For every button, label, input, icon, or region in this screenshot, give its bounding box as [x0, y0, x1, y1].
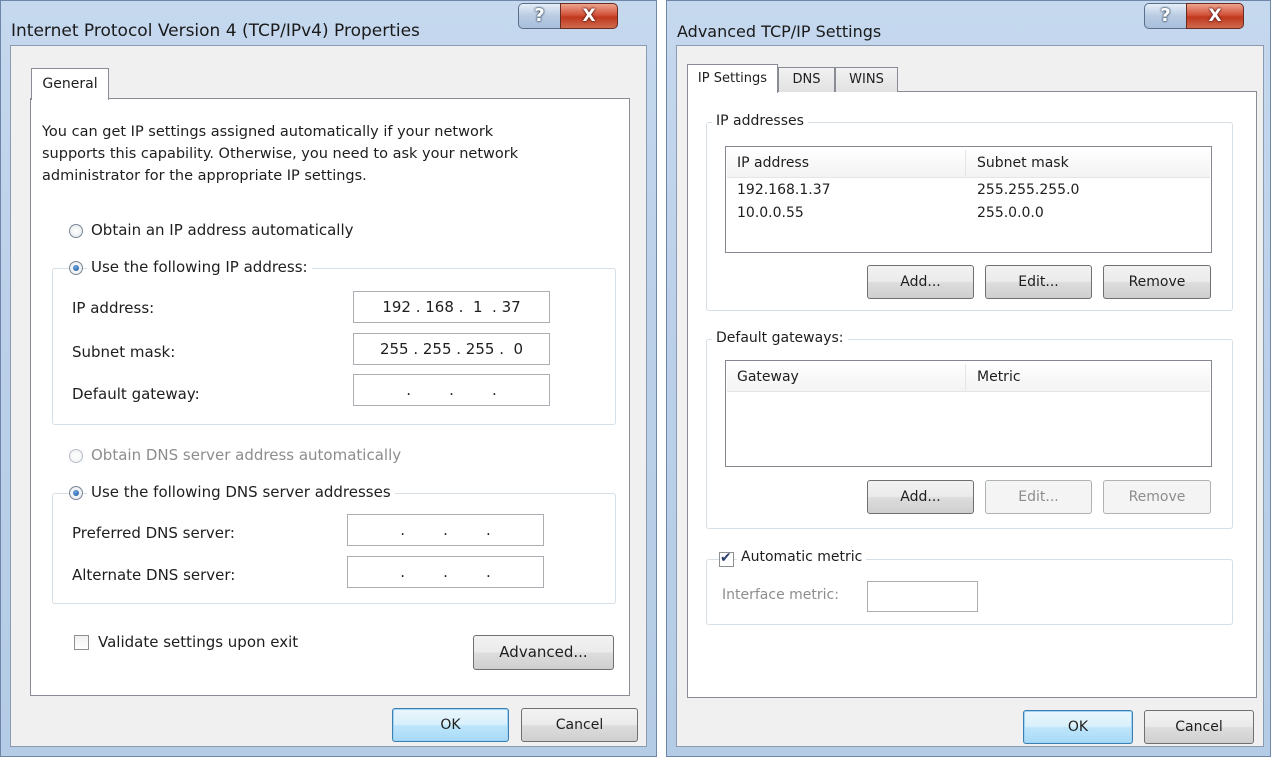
title-bar: Internet Protocol Version 4 (TCP/IPv4) P…	[1, 1, 656, 45]
validate-label[interactable]: Validate settings upon exit	[98, 633, 298, 651]
ip-address-input[interactable]: 192 . 168 . 1 . 37	[353, 291, 550, 323]
description-line: supports this capability. Otherwise, you…	[42, 146, 519, 162]
close-button[interactable]: X	[1186, 3, 1244, 29]
help-button[interactable]: ?	[518, 3, 560, 29]
use-dns-label[interactable]: Use the following DNS server addresses	[87, 483, 395, 501]
tab-wins[interactable]: WINS	[835, 67, 898, 92]
default-gateway-label: Default gateway:	[72, 385, 200, 403]
gateway-list-header: Gateway Metric	[727, 362, 1210, 392]
ip-address-list[interactable]: IP address Subnet mask 192.168.1.37 255.…	[725, 146, 1212, 253]
use-ip-label[interactable]: Use the following IP address:	[87, 258, 312, 276]
description-line: administrator for the appropriate IP set…	[42, 168, 367, 184]
title-bar: Advanced TCP/IP Settings ? X	[667, 1, 1270, 45]
obtain-dns-label[interactable]: Obtain DNS server address automatically	[91, 446, 401, 464]
automatic-metric-label[interactable]: Automatic metric	[737, 549, 867, 565]
ok-button[interactable]: OK	[392, 708, 509, 742]
title-buttons: ? X	[1144, 3, 1244, 29]
automatic-metric-checkbox[interactable]	[719, 550, 734, 567]
subnet-cell: 255.255.255.0	[977, 182, 1080, 198]
advanced-button[interactable]: Advanced...	[473, 635, 614, 670]
tab-ip-settings[interactable]: IP Settings	[687, 64, 778, 93]
gateway-list[interactable]: Gateway Metric	[725, 360, 1212, 467]
column-header-gateway[interactable]: Gateway	[737, 369, 799, 385]
dialog-client: General You can get IP settings assigned…	[10, 45, 647, 747]
interface-metric-input[interactable]	[867, 581, 978, 612]
tab-dns[interactable]: DNS	[778, 67, 835, 92]
dialog-title: Advanced TCP/IP Settings	[677, 22, 882, 41]
ipv4-properties-dialog: Internet Protocol Version 4 (TCP/IPv4) P…	[0, 0, 657, 757]
use-dns-radio[interactable]	[69, 486, 83, 500]
alternate-dns-label: Alternate DNS server:	[72, 566, 236, 584]
close-button[interactable]: X	[560, 3, 618, 29]
column-divider	[965, 150, 966, 176]
column-header-metric[interactable]: Metric	[977, 369, 1021, 385]
validate-checkbox[interactable]	[74, 635, 89, 650]
obtain-dns-radio[interactable]	[69, 449, 83, 463]
edit-ip-button[interactable]: Edit...	[985, 265, 1092, 299]
column-header-subnet[interactable]: Subnet mask	[977, 155, 1069, 171]
obtain-ip-label[interactable]: Obtain an IP address automatically	[91, 221, 354, 239]
column-header-ip[interactable]: IP address	[737, 155, 809, 171]
title-buttons: ? X	[518, 3, 618, 29]
table-row[interactable]: 192.168.1.37 255.255.255.0	[726, 180, 1211, 202]
cancel-button[interactable]: Cancel	[521, 708, 638, 742]
add-gateway-button[interactable]: Add...	[867, 480, 974, 514]
ok-button[interactable]: OK	[1023, 710, 1133, 744]
ip-cell: 192.168.1.37	[737, 182, 831, 198]
obtain-ip-radio[interactable]	[69, 224, 83, 238]
description-line: You can get IP settings assigned automat…	[42, 124, 494, 140]
subnet-cell: 255.0.0.0	[977, 205, 1044, 221]
use-ip-radio[interactable]	[69, 261, 83, 275]
help-button[interactable]: ?	[1144, 3, 1186, 29]
preferred-dns-input[interactable]: . . .	[347, 514, 544, 546]
advanced-tcpip-dialog: Advanced TCP/IP Settings ? X IP Settings…	[666, 0, 1271, 757]
dialog-title: Internet Protocol Version 4 (TCP/IPv4) P…	[11, 21, 420, 41]
description-text: You can get IP settings assigned automat…	[42, 121, 602, 187]
interface-metric-label: Interface metric:	[722, 587, 839, 603]
remove-gateway-button[interactable]: Remove	[1103, 480, 1211, 514]
cancel-button[interactable]: Cancel	[1144, 710, 1254, 744]
ip-cell: 10.0.0.55	[737, 205, 804, 221]
ip-list-header: IP address Subnet mask	[727, 148, 1210, 178]
add-ip-button[interactable]: Add...	[867, 265, 974, 299]
dialog-client: IP Settings DNS WINS IP addresses IP add…	[676, 45, 1264, 747]
column-divider	[965, 364, 966, 390]
edit-gateway-button[interactable]: Edit...	[985, 480, 1092, 514]
ip-address-label: IP address:	[72, 299, 155, 317]
subnet-mask-input[interactable]: 255 . 255 . 255 . 0	[353, 333, 550, 365]
ip-addresses-group-label: IP addresses	[712, 113, 808, 129]
tab-general[interactable]: General	[31, 68, 109, 100]
table-row[interactable]: 10.0.0.55 255.0.0.0	[726, 203, 1211, 225]
alternate-dns-input[interactable]: . . .	[347, 556, 544, 588]
subnet-mask-label: Subnet mask:	[72, 343, 176, 361]
preferred-dns-label: Preferred DNS server:	[72, 524, 235, 542]
remove-ip-button[interactable]: Remove	[1103, 265, 1211, 299]
default-gateways-group-label: Default gateways:	[712, 330, 848, 346]
default-gateway-input[interactable]: . . .	[353, 374, 550, 406]
